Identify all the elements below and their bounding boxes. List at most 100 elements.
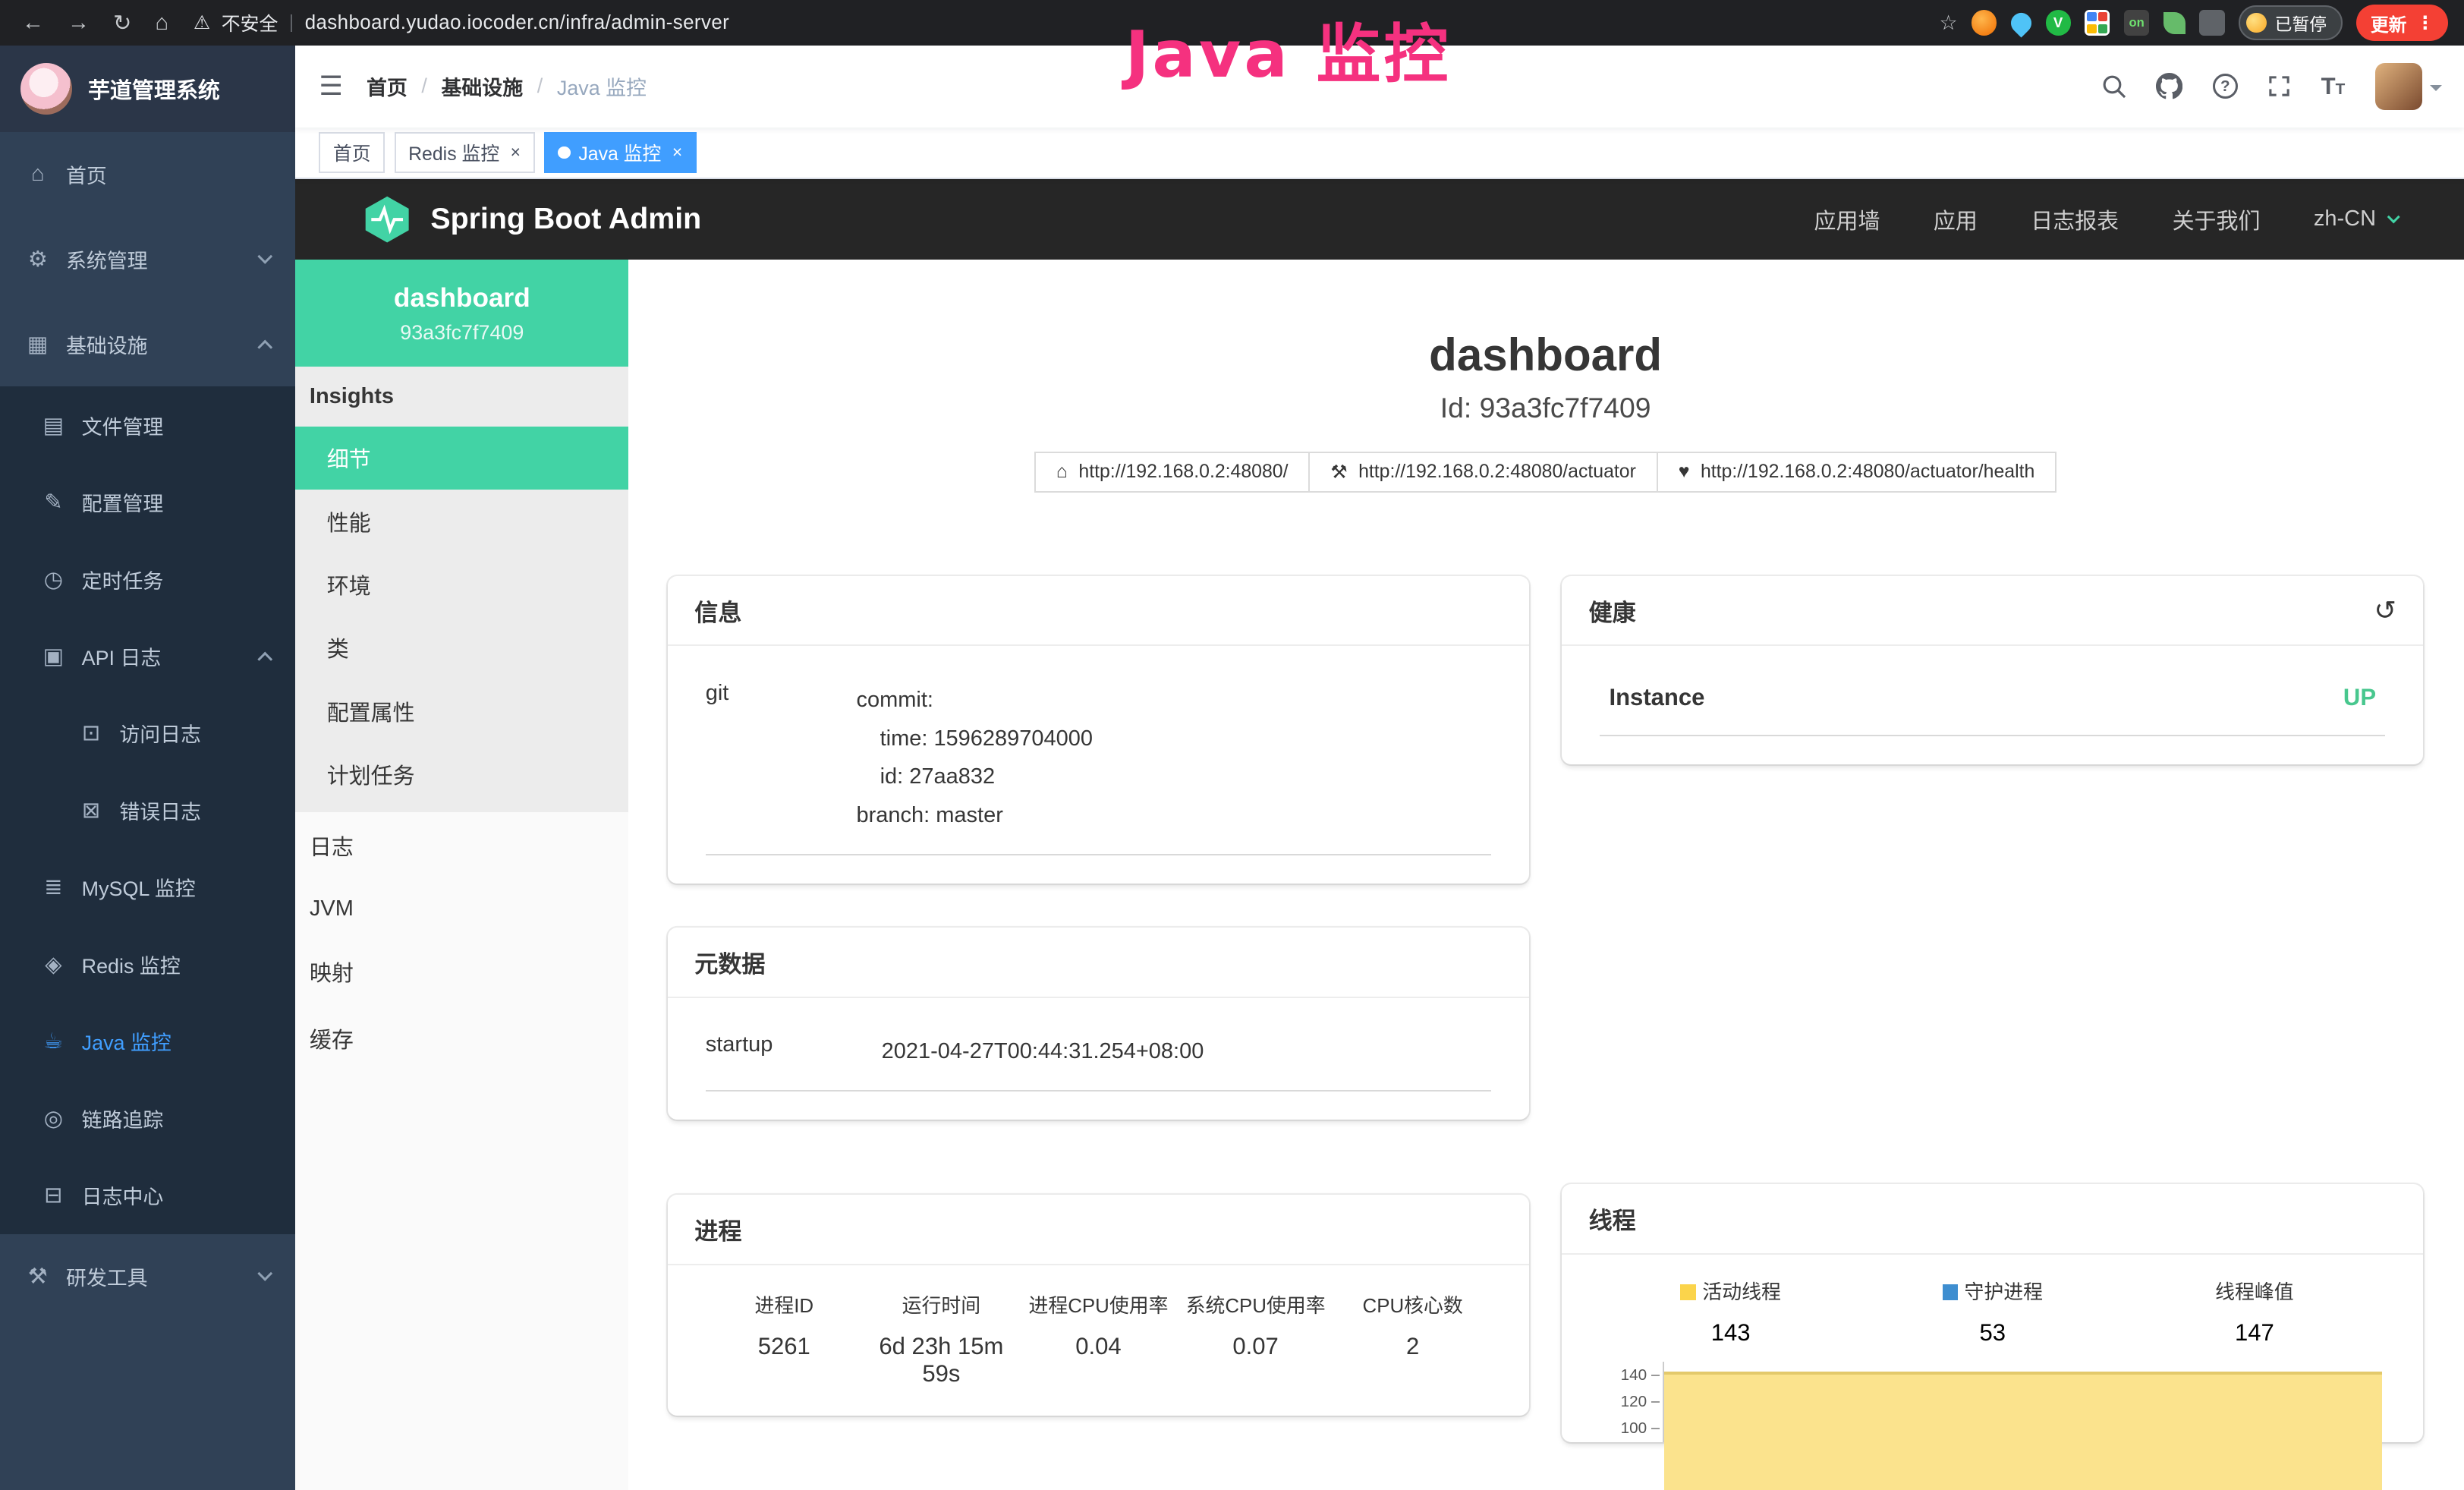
fullscreen-icon[interactable] [2267,74,2291,98]
sba-nav-journal[interactable]: 日志报表 [2031,203,2119,235]
help-icon[interactable]: ? [2213,74,2238,99]
instance-health-row[interactable]: Instance UP [1600,672,2385,737]
sidebar-toggle-icon[interactable]: ☰ [295,71,367,102]
close-icon[interactable]: × [511,142,521,162]
sidebar-item-dev-tools[interactable]: ⚒ 研发工具 [0,1234,295,1319]
sidebar-item-label: 研发工具 [66,1262,148,1291]
breadcrumb-separator: / [537,74,543,98]
user-avatar[interactable] [2375,63,2442,110]
font-size-icon[interactable]: TT [2321,73,2346,100]
startup-row: startup 2021-04-27T00:44:31.254+08:00 [706,1023,1491,1092]
health-card-title: 健康 [1589,594,1636,628]
cpu-cores-metric: CPU核心数 2 [1334,1290,1491,1388]
actuator-url-link[interactable]: ⚒ http://192.168.0.2:48080/actuator [1310,452,1657,493]
active-threads-area [1664,1372,2382,1490]
browser-home-icon[interactable]: ⌂ [155,11,168,36]
sidebar-item-system-management[interactable]: ⚙ 系统管理 [0,217,295,302]
github-icon[interactable] [2156,73,2182,99]
browser-refresh-icon[interactable]: ↻ [113,10,131,36]
sidebar-item-api-logs[interactable]: ▣ API 日志 [0,618,295,695]
sidebar-item-label: 配置管理 [82,487,164,517]
breadcrumb: 首页 / 基础设施 / Java 监控 [367,71,647,101]
metadata-card: 元数据 startup 2021-04-27T00:44:31.254+08:0… [668,928,1529,1120]
tab-redis-monitor[interactable]: Redis 监控 × [395,132,535,173]
logo-avatar [20,63,72,115]
sba-content: dashboard Id: 93a3fc7f7409 ⌂ http://192.… [628,260,2464,1490]
grid-extension-icon[interactable] [2085,10,2110,35]
sba-item-environment[interactable]: 环境 [295,553,628,616]
puzzle-extension-icon[interactable] [2199,10,2224,35]
git-id-line: id: 27aa832 [857,758,1093,796]
sidebar-item-trace[interactable]: ◎ 链路追踪 [0,1080,295,1157]
sidebar-item-redis-monitor[interactable]: ◈ Redis 监控 [0,926,295,1003]
close-icon[interactable]: × [672,142,682,162]
sidebar-item-config-management[interactable]: ✎ 配置管理 [0,464,295,540]
breadcrumb-infrastructure[interactable]: 基础设施 [441,71,523,101]
search-icon[interactable] [2101,74,2126,99]
tab-java-monitor[interactable]: Java 监控 × [544,132,697,173]
tab-label: 首页 [333,139,371,166]
navbar-actions: ? TT [2101,63,2464,110]
leaf-extension-icon[interactable] [2163,12,2186,34]
sba-item-classes[interactable]: 类 [295,616,628,679]
info-card: 信息 git commit: time: 1596289704000 id: 2… [668,576,1529,884]
sidebar-item-java-monitor[interactable]: ☕ Java 监控 [0,1003,295,1079]
sidebar-item-mysql-monitor[interactable]: ≣ MySQL 监控 [0,849,295,925]
instance-title: dashboard [668,329,2423,381]
sba-item-config-props[interactable]: 配置属性 [295,679,628,742]
wrench-icon: ⚒ [1330,461,1347,484]
history-icon[interactable]: ↺ [2374,597,2396,624]
sidebar-item-label: 定时任务 [82,565,164,594]
error-log-icon: ⊠ [79,797,104,824]
vue-devtools-icon[interactable]: V [2046,10,2071,35]
sidebar-item-label: 日志中心 [82,1180,164,1210]
health-url-link[interactable]: ♥ http://192.168.0.2:48080/actuator/heal… [1658,452,2056,493]
paused-badge[interactable]: 已暂停 [2239,5,2342,39]
sba-item-scheduled-tasks[interactable]: 计划任务 [295,743,628,806]
sba-nav-applications[interactable]: 应用 [1934,203,1978,235]
sidebar-item-label: 系统管理 [66,244,148,274]
drop-extension-icon[interactable] [2006,8,2035,37]
screenshot-root: ← → ↻ ⌂ ⚠ 不安全 | dashboard.yudao.iocoder.… [0,0,2464,1490]
sidebar-item-label: 错误日志 [119,795,201,825]
instance-url-link[interactable]: ⌂ http://192.168.0.2:48080/ [1034,452,1310,493]
language-select[interactable]: zh-CN [2314,206,2398,232]
sidebar-item-scheduled-tasks[interactable]: ◷ 定时任务 [0,540,295,617]
sba-item-caches[interactable]: 缓存 [295,1005,628,1072]
tools-icon: ⚒ [25,1263,50,1290]
bookmark-star-icon[interactable]: ☆ [1940,11,1958,35]
switch-on-extension-icon[interactable]: on [2124,10,2149,35]
sidebar-item-label: 首页 [66,159,107,189]
git-time-line: time: 1596289704000 [857,720,1093,758]
sidebar-item-infrastructure[interactable]: ▦ 基础设施 [0,302,295,387]
sidebar-item-home[interactable]: ⌂ 首页 [0,132,295,217]
update-button[interactable]: 更新⋮ [2356,5,2448,40]
sidebar-item-error-logs[interactable]: ⊠ 错误日志 [0,772,295,849]
sba-nav-wallboard[interactable]: 应用墙 [1814,203,1880,235]
system-cpu-metric: 系统CPU使用率 0.07 [1177,1290,1334,1388]
sba-item-logs[interactable]: 日志 [295,812,628,879]
sba-item-performance[interactable]: 性能 [295,490,628,553]
browser-back-icon[interactable]: ← [22,11,44,36]
sba-item-details[interactable]: 细节 [295,427,628,490]
app-sidebar: 芋道管理系统 ⌂ 首页 ⚙ 系统管理 ▦ 基础设施 [0,46,295,1490]
threads-legend: 活动线程 143 守护进程 53 [1600,1274,2385,1347]
chart-y-axis: 140 120 100 [1600,1362,1663,1442]
sidebar-item-log-center[interactable]: ⊟ 日志中心 [0,1157,295,1233]
fox-extension-icon[interactable] [1972,10,1997,35]
browser-forward-icon[interactable]: → [68,11,90,36]
timer-icon: ◷ [41,566,66,593]
breadcrumb-home[interactable]: 首页 [367,71,408,101]
sba-item-mappings[interactable]: 映射 [295,938,628,1005]
gear-icon: ⚙ [25,246,50,272]
instance-header[interactable]: dashboard 93a3fc7f7409 [295,260,628,367]
sidebar-item-access-logs[interactable]: ⊡ 访问日志 [0,695,295,771]
sba-item-jvm[interactable]: JVM [295,879,628,939]
sba-brand[interactable]: Spring Boot Admin [361,194,701,245]
sidebar-item-label: MySQL 监控 [82,872,196,902]
sidebar-item-label: 访问日志 [119,718,201,748]
tab-home[interactable]: 首页 [319,132,385,173]
sidebar-item-file-management[interactable]: ▤ 文件管理 [0,386,295,463]
sba-nav-about[interactable]: 关于我们 [2173,203,2261,235]
address-bar[interactable]: ⚠ 不安全 | dashboard.yudao.iocoder.cn/infra… [194,9,1939,36]
